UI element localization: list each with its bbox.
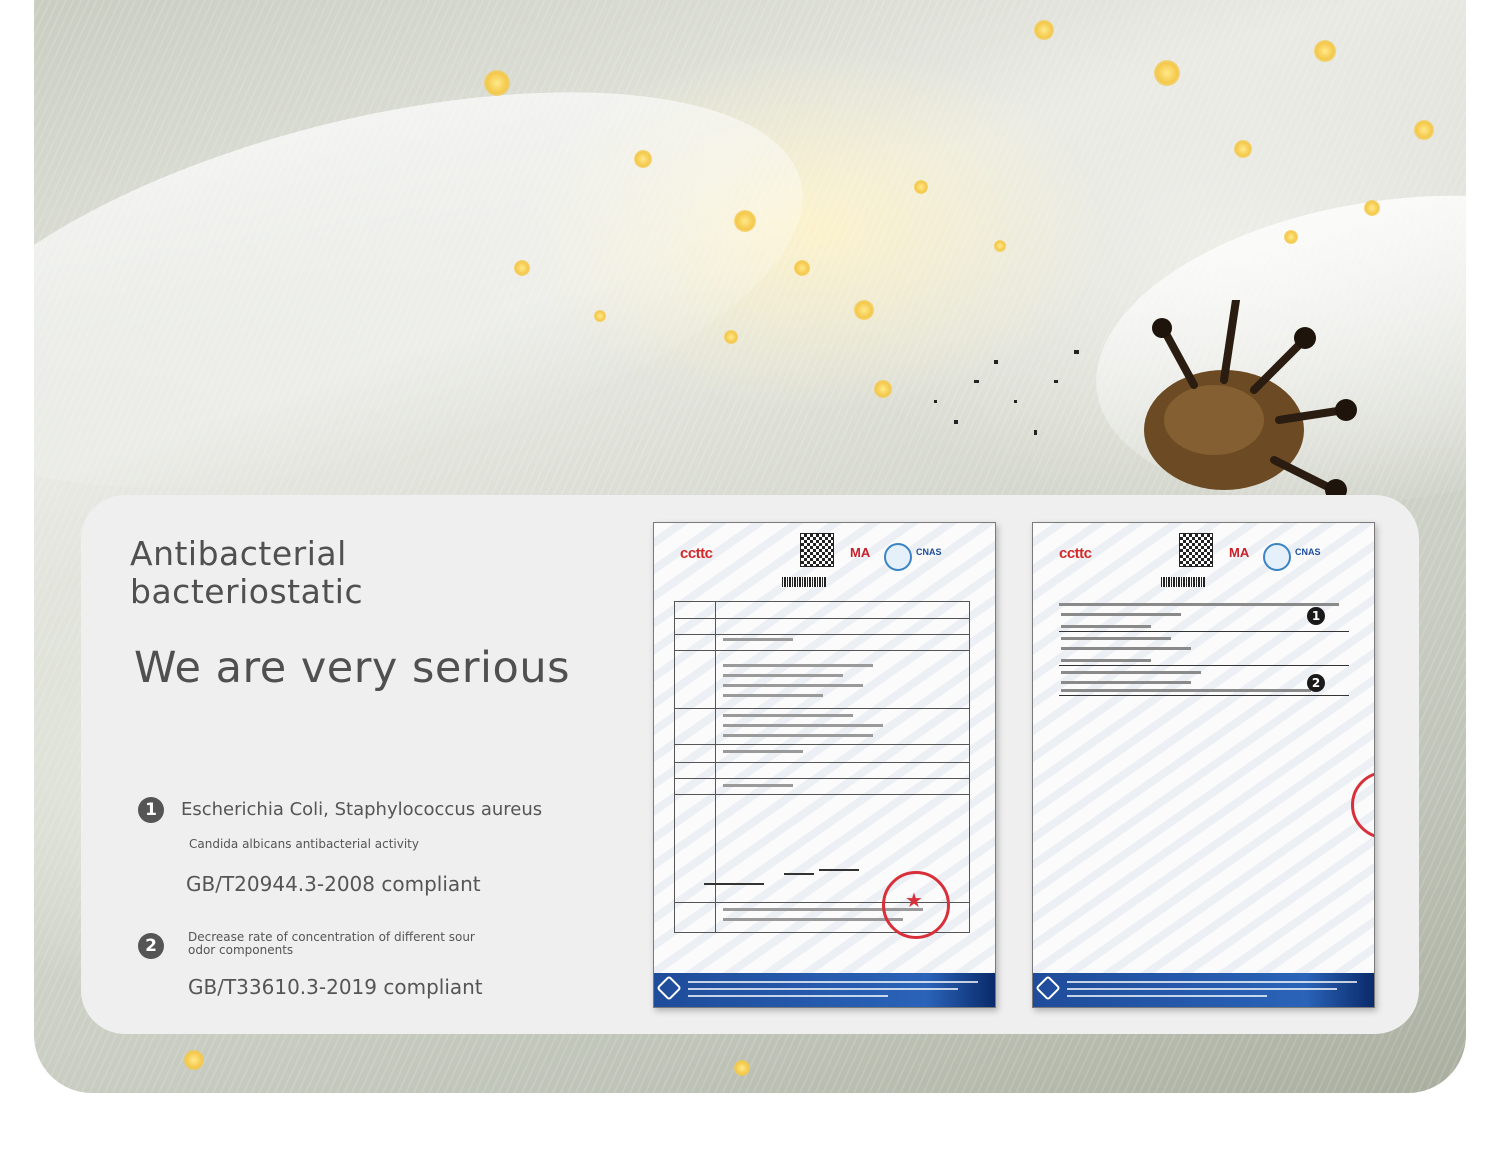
info-panel: Antibacterial bacteriostatic We are very… [81,495,1419,1034]
item-2-compliance: GB/T33610.3-2019 compliant [188,975,483,999]
qr-code-icon [1179,533,1213,567]
panel-slogan: We are very serious [134,643,570,693]
cma-mark-icon: MA [1229,545,1250,560]
document-footer [1033,973,1374,1007]
document-header: ccttc [1059,545,1092,562]
number-two-badge-icon: 2 [1307,674,1325,692]
cma-mark-icon: MA [850,545,871,560]
cnas-mark-icon: CNAS [916,547,942,557]
barcode-icon [782,577,826,587]
virus-illustration [1144,300,1357,500]
item-1-heading: Escherichia Coli, Staphylococcus aureus [181,799,543,820]
cttc-logo: ccttc [680,545,713,562]
ilac-mark-icon [884,543,912,571]
item-2-detail: Decrease rate of concentration of differ… [188,930,475,957]
signature [704,883,764,885]
number-two-badge-icon: 2 [138,933,164,959]
test-report-document: ccttc MA CNAS [653,522,996,1008]
signature [784,873,814,875]
number-one-badge-icon: 1 [1307,607,1325,625]
qr-code-icon [800,533,834,567]
document-header: ccttc [680,545,713,562]
item-1-detail: Candida albicans antibacterial activity [189,837,419,851]
barcode-icon [1161,577,1205,587]
document-footer [654,973,995,1007]
panel-title: Antibacterial bacteriostatic [130,534,364,611]
item-1-compliance: GB/T20944.3-2008 compliant [186,872,481,896]
document-watermark [1033,523,1374,1007]
ilac-mark-icon [1263,543,1291,571]
test-report-document: ccttc MA CNAS 1 2 [1032,522,1375,1008]
red-seal-stamp-icon [882,871,950,939]
signature [819,869,859,871]
number-one-badge-icon: 1 [138,797,164,823]
cnas-mark-icon: CNAS [1295,547,1321,557]
cttc-logo: ccttc [1059,545,1092,562]
